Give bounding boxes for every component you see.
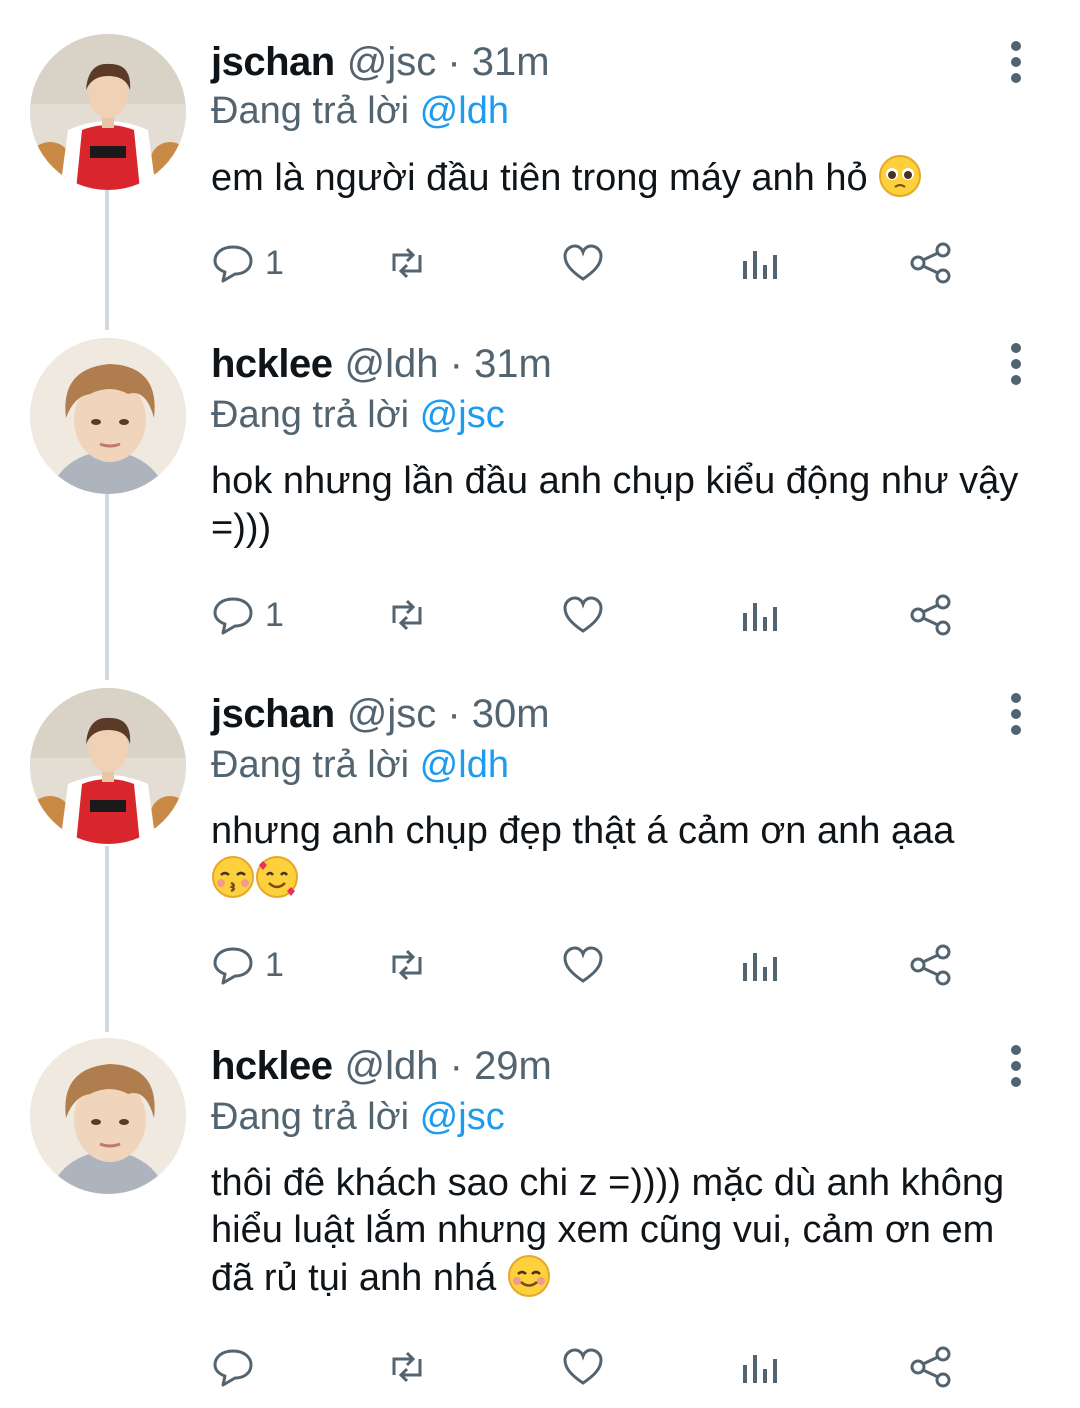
views-icon <box>743 603 777 631</box>
tweet-text: hok nhưng lần đầu anh chụp kiểu động như… <box>211 458 1041 552</box>
reply-count: 1 <box>265 243 284 282</box>
action-bar: 1 <box>211 940 971 990</box>
share-icon <box>910 242 951 284</box>
tweet-text-content: thôi đê khách sao chi z =)))) mặc dù anh… <box>211 1162 1005 1299</box>
display-name[interactable]: jschan <box>211 692 335 737</box>
reply-icon <box>213 947 253 985</box>
retweet-icon <box>392 949 422 981</box>
reply-button[interactable] <box>211 1342 265 1392</box>
like-button[interactable] <box>561 590 605 640</box>
retweet-button[interactable] <box>385 1342 429 1392</box>
share-button[interactable] <box>909 940 953 990</box>
display-name[interactable]: hcklee <box>211 1044 333 1089</box>
smiling-face-emoji <box>507 1255 550 1297</box>
handle-time: @jsc · 31m <box>346 40 550 84</box>
avatar[interactable] <box>30 34 186 190</box>
more-vertical-icon[interactable] <box>1004 1044 1028 1088</box>
reply-count: 1 <box>265 595 284 634</box>
more-vertical-icon[interactable] <box>1004 342 1028 386</box>
heart-icon <box>563 244 603 281</box>
reply-prefix: Đang trả lời <box>211 394 410 436</box>
share-icon <box>910 1346 951 1388</box>
reply-button[interactable]: 1 <box>211 238 284 288</box>
retweet-button[interactable] <box>385 590 429 640</box>
action-bar <box>211 1342 971 1392</box>
replying-to: Đang trả lời @jsc <box>211 1096 505 1139</box>
display-name[interactable]: hcklee <box>211 342 333 387</box>
jersey-avatar-image <box>30 688 186 844</box>
share-button[interactable] <box>909 238 953 288</box>
action-bar: 1 <box>211 590 971 640</box>
reply-count: 1 <box>265 945 284 984</box>
views-button[interactable] <box>737 238 781 288</box>
reply-icon <box>213 597 253 635</box>
reply-button[interactable]: 1 <box>211 590 284 640</box>
reply-mention[interactable]: @ldh <box>420 744 509 786</box>
replying-to: Đang trả lời @ldh <box>211 744 509 787</box>
tweet-text: nhưng anh chụp đẹp thật á cảm ơn anh ạaa <box>211 808 1041 903</box>
heart-icon <box>563 946 603 983</box>
heart-icon <box>563 1348 603 1385</box>
reply-icon <box>213 245 253 283</box>
replying-to: Đang trả lời @ldh <box>211 90 509 133</box>
views-button[interactable] <box>737 590 781 640</box>
reply-prefix: Đang trả lời <box>211 1096 410 1138</box>
handle-time: @ldh · 29m <box>344 1044 552 1088</box>
reply-mention[interactable]: @jsc <box>420 1096 505 1138</box>
reply-prefix: Đang trả lời <box>211 744 410 786</box>
reply-button[interactable]: 1 <box>211 940 284 990</box>
action-bar: 1 <box>211 238 971 288</box>
retweet-icon <box>392 599 422 631</box>
reply-mention[interactable]: @jsc <box>420 394 505 436</box>
reply-mention[interactable]: @ldh <box>420 90 509 132</box>
retweet-icon <box>392 247 422 279</box>
kissing-face-emoji <box>212 856 254 898</box>
views-icon <box>743 1355 777 1383</box>
handle-time: @jsc · 30m <box>346 692 550 736</box>
more-vertical-icon[interactable] <box>1004 40 1028 84</box>
views-button[interactable] <box>737 940 781 990</box>
like-button[interactable] <box>561 940 605 990</box>
smiling-face-with-hearts-emoji <box>256 856 298 898</box>
share-button[interactable] <box>909 590 953 640</box>
tweet[interactable]: hcklee @ldh · 31m Đang trả lời @jsc hok … <box>0 330 1080 680</box>
tweet-text-content: em là người đầu tiên trong máy anh hỏ <box>211 157 868 199</box>
avatar[interactable] <box>30 338 186 494</box>
tweet[interactable]: hcklee @ldh · 29m Đang trả lời @jsc thôi… <box>0 1032 1080 1408</box>
views-icon <box>743 953 777 981</box>
handle-time: @ldh · 31m <box>344 342 552 386</box>
reply-icon <box>213 1349 253 1387</box>
avatar[interactable] <box>30 688 186 844</box>
display-name[interactable]: jschan <box>211 40 335 85</box>
share-icon <box>910 594 951 636</box>
share-button[interactable] <box>909 1342 953 1392</box>
views-button[interactable] <box>737 1342 781 1392</box>
jersey-avatar-image <box>30 34 186 190</box>
retweet-button[interactable] <box>385 940 429 990</box>
tweet-text: em là người đầu tiên trong máy anh hỏ <box>211 154 1041 202</box>
avatar[interactable] <box>30 1038 186 1194</box>
tweet[interactable]: jschan @jsc · 30m Đang trả lời @ldh nhưn… <box>0 680 1080 1032</box>
heart-icon <box>563 596 603 633</box>
retweet-icon <box>392 1351 422 1383</box>
replying-to: Đang trả lời @jsc <box>211 394 505 437</box>
views-icon <box>743 251 777 279</box>
retweet-button[interactable] <box>385 238 429 288</box>
portrait-avatar-image <box>30 1038 186 1194</box>
tweet-text-content: hok nhưng lần đầu anh chụp kiểu động như… <box>211 460 1019 549</box>
pleading-face-emoji <box>879 155 922 197</box>
share-icon <box>910 944 951 986</box>
tweet-text: thôi đê khách sao chi z =)))) mặc dù anh… <box>211 1160 1041 1302</box>
portrait-avatar-image <box>30 338 186 494</box>
reply-prefix: Đang trả lời <box>211 90 410 132</box>
like-button[interactable] <box>561 238 605 288</box>
tweet[interactable]: jschan @jsc · 31m Đang trả lời @ldh em l… <box>0 0 1080 330</box>
tweet-text-content: nhưng anh chụp đẹp thật á cảm ơn anh ạaa <box>211 810 955 852</box>
more-vertical-icon[interactable] <box>1004 692 1028 736</box>
like-button[interactable] <box>561 1342 605 1392</box>
